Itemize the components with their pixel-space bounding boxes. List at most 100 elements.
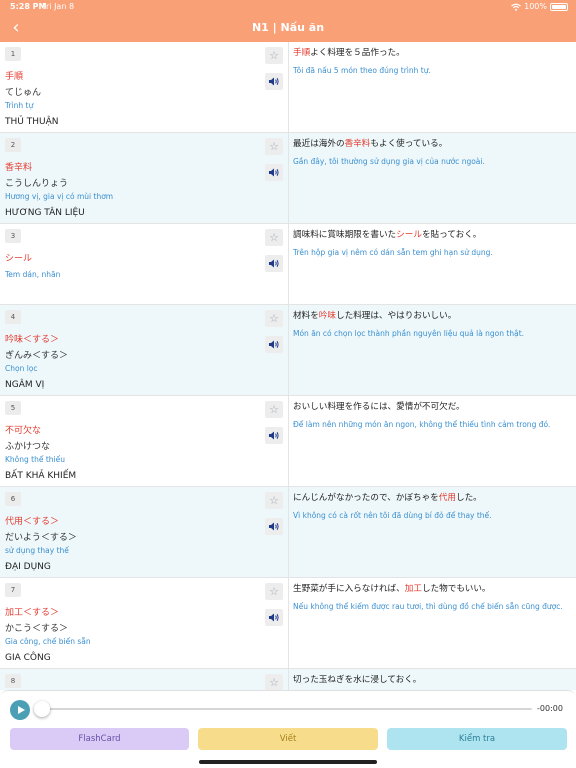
sentence-text: した。 <box>455 493 482 503</box>
vocab-meaning: Tem dán, nhãn <box>5 270 61 279</box>
sentence-text: 最近は海外の <box>293 139 345 149</box>
example-sentence: 材料を吟味した料理は、やはりおいしい。 <box>293 310 571 322</box>
sentence-highlight: 代用 <box>438 493 456 503</box>
vocab-word: 香辛料 <box>5 163 33 173</box>
nav-bar: ‹ N1 | Nấu ăn <box>0 14 576 42</box>
vocab-meaning: Trình tự <box>5 101 34 110</box>
star-icon: ☆ <box>269 585 279 598</box>
speaker-icon <box>269 77 279 86</box>
column-divider <box>288 42 289 132</box>
vocab-hanviet: GIA CÔNG <box>5 653 51 663</box>
favorite-button[interactable]: ☆ <box>265 401 283 418</box>
example-sentence: 手順よく料理を５品作った。 <box>293 47 571 59</box>
star-icon: ☆ <box>269 676 279 689</box>
favorite-button[interactable]: ☆ <box>265 492 283 509</box>
progress-track[interactable] <box>36 708 532 710</box>
list-item[interactable]: 4 吟味＜する＞ ぎんみ＜する＞ Chọn lọc NGÂM VỊ ☆ 材料を吟味した料理は… <box>0 305 576 396</box>
favorite-button[interactable]: ☆ <box>265 229 283 246</box>
item-number: 2 <box>5 138 21 152</box>
column-divider <box>288 305 289 395</box>
vocab-word: シール <box>5 254 33 264</box>
audio-player: -00:00 FlashCard Viết Kiểm tra <box>0 690 576 768</box>
vocab-word: 代用＜する＞ <box>5 517 60 527</box>
speaker-icon <box>269 168 279 177</box>
sentence-text: 調味料に賞味期限を書いた <box>293 230 397 240</box>
progress-thumb[interactable] <box>34 701 50 717</box>
favorite-button[interactable]: ☆ <box>265 47 283 64</box>
column-divider <box>288 224 289 304</box>
sentence-text: にんじんがなかったので、かぼちゃを <box>293 493 439 503</box>
vocab-reading: かこう＜する＞ <box>5 624 69 634</box>
example-translation: Món ăn có chọn lọc thành phần nguyên liệ… <box>293 329 525 338</box>
sentence-text: した料理は、やはりおいしい。 <box>336 311 457 321</box>
favorite-button[interactable]: ☆ <box>265 310 283 327</box>
star-icon: ☆ <box>269 312 279 325</box>
item-number: 7 <box>5 583 21 597</box>
speaker-button[interactable] <box>265 609 283 626</box>
sentence-text: もよく使っている。 <box>370 139 448 149</box>
sentence-highlight: 手順 <box>293 48 311 58</box>
list-item[interactable]: 8 ☆ 切った玉ねぎを水に浸しておく。 <box>0 669 576 690</box>
speaker-button[interactable] <box>265 255 283 272</box>
speaker-icon <box>269 522 279 531</box>
item-number: 5 <box>5 401 21 415</box>
speaker-button[interactable] <box>265 427 283 444</box>
example-sentence: 切った玉ねぎを水に浸しておく。 <box>293 674 571 686</box>
speaker-icon <box>269 259 279 268</box>
write-button[interactable]: Viết <box>198 728 378 750</box>
item-number: 3 <box>5 229 21 243</box>
battery-percent: 100% <box>524 2 547 11</box>
star-icon: ☆ <box>269 403 279 416</box>
example-translation: Để làm nên những món ăn ngon, không thể … <box>293 420 551 429</box>
vocab-hanviet: THỦ THUẬN <box>5 117 59 127</box>
speaker-button[interactable] <box>265 518 283 535</box>
example-translation: Gần đây, tôi thường sử dụng gia vị của n… <box>293 157 485 166</box>
vocab-list[interactable]: 1 手順 てじゅん Trình tự THỦ THUẬN ☆ 手順よく料理を５品作った。 Tô… <box>0 42 576 690</box>
column-divider <box>288 487 289 577</box>
flashcard-button[interactable]: FlashCard <box>10 728 189 750</box>
list-item[interactable]: 7 加工＜する＞ かこう＜する＞ Gia công, chế biến sẵn GIA … <box>0 578 576 669</box>
vocab-reading: てじゅん <box>5 88 42 98</box>
vocab-reading: だいよう＜する＞ <box>5 533 77 543</box>
list-item[interactable]: 2 香辛料こうしんりょう Hương vị, gia vị có mùi thơm H… <box>0 133 576 224</box>
list-item[interactable]: 5 不可欠な ふかけつな Không thể thiếu BẤT KHẢ KHIẾM ☆ お… <box>0 396 576 487</box>
list-item[interactable]: 3 シール Tem dán, nhãn ☆ 調味料に賞味期限を書いたシールを貼っておく。… <box>0 224 576 305</box>
sentence-text: 生野菜が手に入らなければ、 <box>293 584 405 594</box>
vocab-meaning: Chọn lọc <box>5 364 38 373</box>
speaker-icon <box>269 340 279 349</box>
play-button[interactable] <box>10 700 30 720</box>
vocab-reading: こうしんりょう <box>5 179 69 189</box>
sentence-text: 材料を <box>293 311 319 321</box>
sentence-text: を貼っておく。 <box>421 230 482 240</box>
home-indicator <box>199 760 377 764</box>
vocab-word: 手順 <box>5 72 24 82</box>
example-sentence: 調味料に賞味期限を書いたシールを貼っておく。 <box>293 229 571 241</box>
vocab-reading: ふかけつな <box>5 442 51 452</box>
status-right: 100% <box>511 2 568 11</box>
vocab-word: 不可欠な <box>5 426 42 436</box>
sentence-text: よく料理を５品作った。 <box>310 48 405 58</box>
status-bar: 5:28 PM Fri Jan 8 100% <box>0 0 576 14</box>
sentence-highlight: 加工 <box>404 584 422 594</box>
favorite-button[interactable]: ☆ <box>265 674 283 690</box>
vocab-hanviet: HƯƠNG TÂN LIỆU <box>5 208 85 218</box>
test-button[interactable]: Kiểm tra <box>387 728 567 750</box>
example-translation: Nếu không thể kiếm được rau tươi, thì dù… <box>293 602 563 611</box>
list-item[interactable]: 6 代用＜する＞ だいよう＜する＞ sử dụng thay thế ĐẠI DỤNG ☆… <box>0 487 576 578</box>
vocab-meaning: Hương vị, gia vị có mùi thơm <box>5 192 114 201</box>
status-date: Fri Jan 8 <box>42 2 75 11</box>
vocab-hanviet: ĐẠI DỤNG <box>5 562 51 572</box>
list-item[interactable]: 1 手順 てじゅん Trình tự THỦ THUẬN ☆ 手順よく料理を５品作った。 Tô… <box>0 42 576 133</box>
star-icon: ☆ <box>269 140 279 153</box>
example-translation: Tôi đã nấu 5 món theo đúng trình tự. <box>293 66 431 75</box>
favorite-button[interactable]: ☆ <box>265 138 283 155</box>
speaker-button[interactable] <box>265 336 283 353</box>
vocab-meaning: Không thể thiếu <box>5 455 65 464</box>
battery-icon <box>550 2 568 11</box>
time-remaining: -00:00 <box>537 704 563 713</box>
item-number: 6 <box>5 492 21 506</box>
column-divider <box>288 396 289 486</box>
favorite-button[interactable]: ☆ <box>265 583 283 600</box>
speaker-button[interactable] <box>265 73 283 90</box>
speaker-button[interactable] <box>265 164 283 181</box>
